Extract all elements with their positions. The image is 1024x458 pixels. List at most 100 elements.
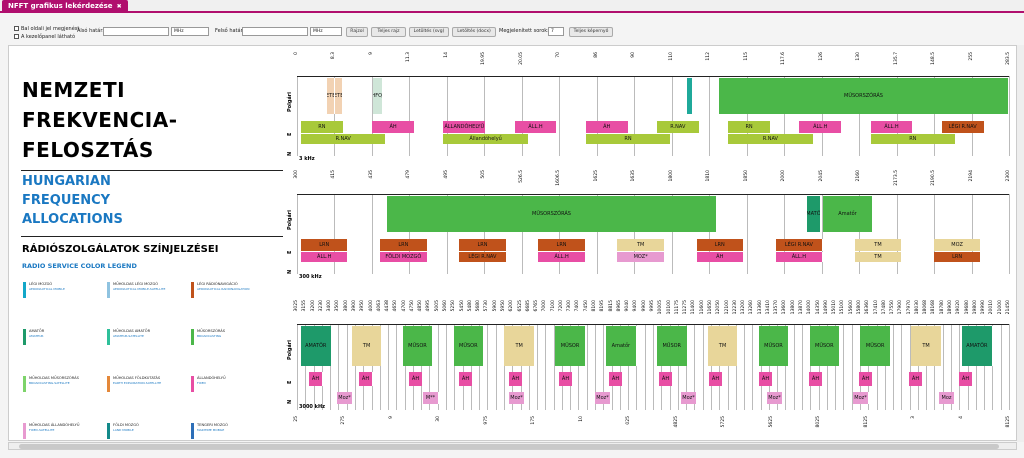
checkbox-icon[interactable] xyxy=(14,26,19,31)
allocation-block[interactable]: TM xyxy=(504,326,535,366)
allocation-block[interactable]: FÖLDI MOZGÓ xyxy=(380,252,428,262)
allocation-block[interactable]: Állandóhelyű xyxy=(443,134,529,144)
allocation-block[interactable]: TM xyxy=(854,252,903,262)
allocation-block[interactable]: TM xyxy=(351,326,383,366)
allocation-block[interactable]: LRN xyxy=(933,252,982,262)
allocation-block[interactable]: R.NAV xyxy=(657,121,700,133)
allocation-block[interactable]: METEO xyxy=(327,78,335,114)
allocation-block[interactable]: MŰSOR xyxy=(657,326,688,366)
allocation-block[interactable]: LRN xyxy=(538,239,586,251)
from-input[interactable] xyxy=(103,27,169,36)
download-svg-button[interactable]: Letöltés (svg) xyxy=(409,27,449,37)
allocation-block[interactable]: Amatőr xyxy=(823,196,873,232)
allocation-block[interactable]: RN xyxy=(870,134,957,144)
allocation-block[interactable]: MOZ* xyxy=(617,252,665,262)
fixed-block[interactable]: ÁH xyxy=(359,372,373,386)
fixed-block[interactable]: ÁH xyxy=(509,372,523,386)
full-drawing-button[interactable]: Teljes rajz xyxy=(371,27,406,37)
fixed-block[interactable]: ÁH xyxy=(859,372,873,386)
allocation-block[interactable]: MŰSOR xyxy=(453,326,485,366)
allocation-block[interactable]: MŰSOR xyxy=(809,326,841,366)
tab-nfft[interactable]: NFFT grafikus lekérdezése ✖ xyxy=(2,0,128,13)
allocation-block[interactable]: MŰSORSZÓRÁS xyxy=(387,196,717,232)
allocation-block[interactable]: MŰSOR xyxy=(860,326,891,366)
rows-select[interactable]: 7 xyxy=(548,27,564,36)
allocation-block[interactable]: HFOJ xyxy=(373,78,383,114)
allocation-block[interactable]: LRN xyxy=(301,239,349,251)
checkbox-left-signal[interactable]: Bal oldali jel megjenést xyxy=(14,26,79,32)
allocation-block[interactable]: RN xyxy=(728,121,771,133)
to-unit-select[interactable]: MHz xyxy=(310,27,342,36)
allocation-block[interactable] xyxy=(687,78,693,114)
fixed-block[interactable]: ÁH xyxy=(309,372,323,386)
allocation-block[interactable]: LRN xyxy=(459,239,507,251)
tick-label: 17410 xyxy=(873,300,879,315)
allocation-block[interactable]: ÁLL.H xyxy=(775,252,824,262)
allocation-block[interactable]: LRN xyxy=(696,239,744,251)
allocation-block[interactable]: ÁLL.H xyxy=(538,252,586,262)
scrollbar-thumb[interactable] xyxy=(19,444,999,449)
mobile-block[interactable]: Moz* xyxy=(337,392,353,404)
checkbox-panel-visible[interactable]: A kezelőpanel látható xyxy=(14,34,75,40)
allocation-block[interactable]: MŰSOR xyxy=(555,326,586,366)
allocation-block[interactable]: ÁH xyxy=(585,121,629,133)
allocation-block[interactable]: AMATŐR xyxy=(807,196,821,232)
allocation-block[interactable]: ÁLL.H xyxy=(799,121,843,133)
fixed-block[interactable]: ÁH xyxy=(559,372,573,386)
fixed-block[interactable]: ÁH xyxy=(709,372,723,386)
allocation-block[interactable]: ÁH xyxy=(696,252,744,262)
allocation-block[interactable]: LÉGI R.NAV xyxy=(941,121,985,133)
mobile-block[interactable]: Moz* xyxy=(853,392,869,404)
fixed-block[interactable]: ÁH xyxy=(409,372,423,386)
fixed-block[interactable]: ÁH xyxy=(959,372,973,386)
allocation-block[interactable]: LÉGI R.NAV xyxy=(775,239,824,251)
mobile-block[interactable]: Moz xyxy=(939,392,955,404)
allocation-block[interactable]: TM xyxy=(707,326,739,366)
vertical-scrollbar[interactable] xyxy=(1017,45,1024,442)
close-icon[interactable]: ✖ xyxy=(117,3,122,10)
allocation-block[interactable]: LÉGI R.NAV xyxy=(459,252,507,262)
allocation-block[interactable]: ÁLLANDÓHELYŰ xyxy=(443,121,487,133)
allocation-block[interactable]: R.NAV xyxy=(728,134,814,144)
mobile-block[interactable]: Moz* xyxy=(681,392,697,404)
fixed-block[interactable]: ÁH xyxy=(459,372,473,386)
allocation-block[interactable]: ÁLL.H xyxy=(301,252,349,262)
fixed-block[interactable]: ÁH xyxy=(809,372,823,386)
allocation-block[interactable]: METEO xyxy=(335,78,343,114)
mobile-block[interactable]: Moz* xyxy=(509,392,525,404)
fixed-block[interactable]: ÁH xyxy=(659,372,673,386)
allocation-block[interactable]: AMATŐR xyxy=(301,326,332,366)
tick-line xyxy=(802,324,804,410)
allocation-block[interactable]: MŰSOR xyxy=(402,326,434,366)
allocation-block[interactable]: AMATŐR xyxy=(962,326,993,366)
allocation-block[interactable]: LRN xyxy=(380,239,428,251)
allocation-block[interactable]: TM xyxy=(911,326,942,366)
mobile-block[interactable]: Moz* xyxy=(595,392,611,404)
allocation-block[interactable]: Amatőr xyxy=(606,326,637,366)
download-docx-button[interactable]: Letöltés (docx) xyxy=(452,27,496,37)
mobile-block[interactable]: Moz* xyxy=(767,392,783,404)
draw-button[interactable]: Rajzol xyxy=(346,27,368,37)
fixed-block[interactable]: ÁH xyxy=(759,372,773,386)
allocation-block[interactable]: TM xyxy=(854,239,903,251)
allocation-block[interactable]: ÁLL.H xyxy=(870,121,914,133)
fixed-block[interactable]: ÁH xyxy=(609,372,623,386)
allocation-block[interactable]: MŰSOR xyxy=(758,326,790,366)
allocation-block[interactable]: R.NAV xyxy=(301,134,387,144)
allocation-block[interactable]: MOZ xyxy=(933,239,982,251)
from-unit-select[interactable]: MHz xyxy=(171,27,209,36)
allocation-block[interactable]: ÁH xyxy=(372,121,415,133)
tick-label: 4 xyxy=(958,416,964,419)
allocation-block[interactable]: MŰSORSZÓRÁS xyxy=(719,78,1009,114)
to-input[interactable] xyxy=(242,27,308,36)
fullscreen-button[interactable]: Teljes képernyő xyxy=(569,27,613,37)
horizontal-scrollbar[interactable] xyxy=(8,442,1017,450)
tick-label: 8100 xyxy=(592,300,598,312)
allocation-block[interactable]: ÁLL.H xyxy=(514,121,558,133)
allocation-block[interactable]: TM xyxy=(617,239,665,251)
allocation-block[interactable]: RN xyxy=(585,134,672,144)
fixed-block[interactable]: ÁH xyxy=(909,372,923,386)
checkbox-icon[interactable] xyxy=(14,34,19,39)
allocation-block[interactable]: RN xyxy=(301,121,344,133)
mobile-block[interactable]: M** xyxy=(423,392,439,404)
